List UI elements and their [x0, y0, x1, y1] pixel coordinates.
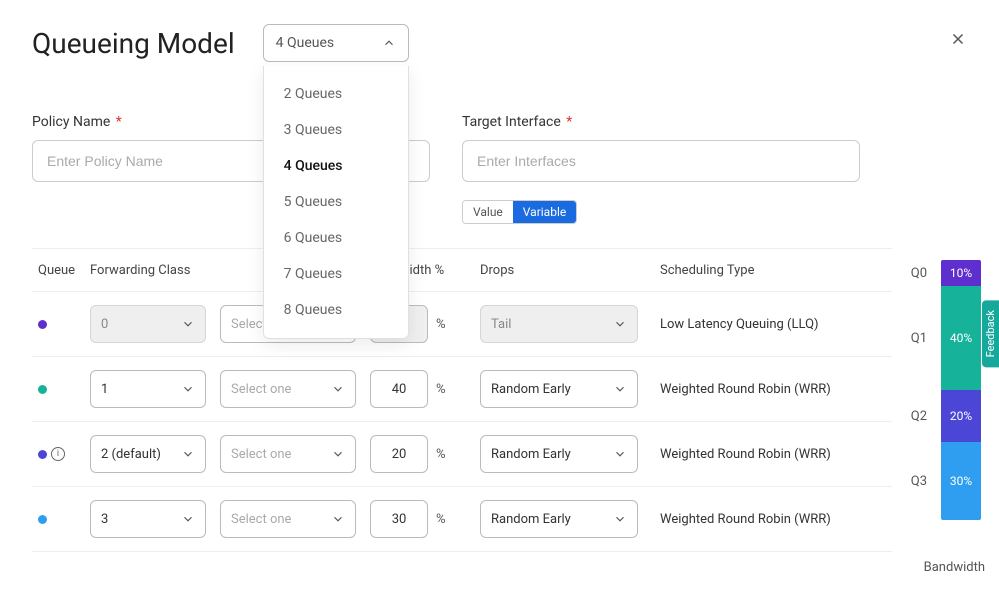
drops-select[interactable]: Random Early — [480, 435, 638, 473]
queue-count-menu: 2 Queues3 Queues4 Queues5 Queues6 Queues… — [263, 66, 409, 339]
queue-option[interactable]: 4 Queues — [264, 148, 408, 184]
toggle-variable[interactable]: Variable — [513, 201, 576, 223]
chart-category-label: Q2 — [911, 390, 931, 442]
bandwidth-chart-label: Bandwidth — [924, 560, 985, 575]
queue-count-label: 4 Queues — [276, 35, 334, 51]
table-row: 0Select one%TailLow Latency Queuing (LLQ… — [32, 292, 892, 357]
percent-label: % — [436, 382, 446, 397]
scheduling-type: Weighted Round Robin (WRR) — [660, 512, 886, 527]
chart-segment: 40% — [941, 286, 981, 390]
bandwidth-input[interactable]: 30 — [370, 500, 428, 538]
drops-select[interactable]: Random Early — [480, 500, 638, 538]
percent-label: % — [436, 317, 446, 332]
queue-option[interactable]: 8 Queues — [264, 292, 408, 328]
queue-select[interactable]: 1 — [90, 370, 206, 408]
chart-segment: 30% — [941, 442, 981, 520]
queue-option[interactable]: 6 Queues — [264, 220, 408, 256]
table-row: 3 Select one 30% Random Early Weighted Round… — [32, 487, 892, 552]
chart-segment: 10% — [941, 260, 981, 286]
scheduling-type: Weighted Round Robin (WRR) — [660, 447, 886, 462]
queue-color-dot — [38, 385, 47, 394]
chart-category-label: Q1 — [911, 286, 931, 390]
bandwidth-chart: Q0Q1Q2Q3 10%40%20%30% — [911, 260, 981, 520]
page-title: Queueing Model — [32, 27, 235, 60]
queue-option[interactable]: 3 Queues — [264, 112, 408, 148]
drops-select[interactable]: Random Early — [480, 370, 638, 408]
forwarding-class-select[interactable]: Select one — [220, 500, 356, 538]
chart-segment: 20% — [941, 390, 981, 442]
drops-select: Tail — [480, 305, 638, 343]
queue-option[interactable]: 7 Queues — [264, 256, 408, 292]
col-fclass: Forwarding Class — [90, 263, 220, 278]
bandwidth-input[interactable]: 20 — [370, 435, 428, 473]
info-icon[interactable]: i — [51, 447, 65, 461]
target-interface-label: Target Interface * — [462, 114, 860, 130]
value-variable-toggle[interactable]: Value Variable — [462, 200, 577, 224]
table-row: 1 Select one 40% Random Early Weighted Round… — [32, 357, 892, 422]
close-icon — [949, 30, 967, 48]
queue-option[interactable]: 2 Queues — [264, 76, 408, 112]
queue-select[interactable]: 2 (default) — [90, 435, 206, 473]
queue-select[interactable]: 3 — [90, 500, 206, 538]
percent-label: % — [436, 512, 446, 527]
col-sched: Scheduling Type — [660, 263, 886, 278]
table-row: i 2 (default) Select one 20% Random Early Wei… — [32, 422, 892, 487]
col-queue: Queue — [38, 263, 90, 278]
feedback-tab[interactable]: Feedback — [982, 300, 999, 367]
queue-option[interactable]: 5 Queues — [264, 184, 408, 220]
queue-color-dot — [38, 450, 47, 459]
target-interface-input[interactable] — [462, 140, 860, 182]
chart-category-label: Q3 — [911, 442, 931, 520]
toggle-value[interactable]: Value — [463, 201, 513, 223]
percent-label: % — [436, 447, 446, 462]
scheduling-type: Low Latency Queuing (LLQ) — [660, 317, 886, 332]
close-button[interactable] — [949, 30, 967, 52]
scheduling-type: Weighted Round Robin (WRR) — [660, 382, 886, 397]
queue-color-dot — [38, 515, 47, 524]
col-drops: Drops — [480, 263, 660, 278]
queue-select: 0 — [90, 305, 206, 343]
bandwidth-input[interactable]: 40 — [370, 370, 428, 408]
chevron-up-icon — [382, 36, 396, 50]
chart-category-label: Q0 — [911, 260, 931, 286]
table-header: Queue Forwarding Class Bandwidth % Drops… — [32, 248, 892, 292]
queue-color-dot — [38, 320, 47, 329]
forwarding-class-select[interactable]: Select one — [220, 370, 356, 408]
queue-count-dropdown[interactable]: 4 Queues 2 Queues3 Queues4 Queues5 Queue… — [263, 24, 409, 62]
forwarding-class-select[interactable]: Select one — [220, 435, 356, 473]
